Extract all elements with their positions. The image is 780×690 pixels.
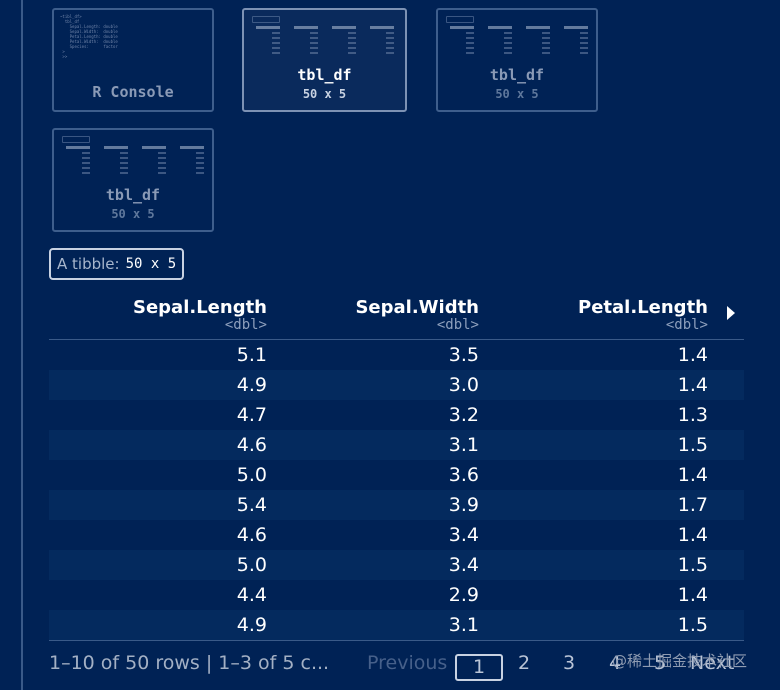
thumbnail-title: R Console [92,83,174,101]
table-row: 4.9 3.0 1.4 [49,370,744,400]
thumbnail-subtitle: 50 x 5 [111,207,155,221]
table-cell: 4.6 [236,434,267,456]
table-cell: 5.0 [236,554,267,576]
table-cell: 3.2 [448,404,479,426]
thumbnail-title: tbl_df [105,186,161,204]
previous-page-button[interactable]: Previous [367,652,447,674]
table-row: 5.4 3.9 1.7 [49,490,744,520]
table-cell: 5.1 [236,344,267,366]
table-cell: 3.5 [448,344,479,366]
thumbnail-tbl-df[interactable]: tbl_df 50 x 5 [52,128,214,232]
table-bottom-divider [49,640,744,641]
badge-label: A tibble: [57,255,120,273]
thumbnail-title: tbl_df [489,66,545,84]
thumbnail-r-console[interactable]: ~tibl_df> tbl_df Sepal.Length: double Se… [52,8,214,112]
table-cell: 3.1 [448,434,479,456]
thumbnail-tbl-df[interactable]: tbl_df 50 x 5 [436,8,598,112]
table-cell: 3.1 [448,614,479,636]
table-cell: 3.4 [448,524,479,546]
table-preview [446,16,588,60]
table-cell: 1.5 [677,554,708,576]
table-row: 4.9 3.1 1.5 [49,610,744,640]
table-row: 5.0 3.4 1.5 [49,550,744,580]
table-row: 5.1 3.5 1.4 [49,340,744,370]
table-cell: 1.4 [677,374,708,396]
thumbnail-subtitle: 50 x 5 [302,87,347,101]
column-name: Sepal.Length [132,297,267,318]
table-preview [62,136,204,180]
table-cell: 1.7 [677,494,708,516]
table-cell: 3.6 [448,464,479,486]
table-cell: 4.6 [236,524,267,546]
column-header-sepal-length[interactable]: Sepal.Length <dbl> [49,297,267,333]
page-button-1[interactable]: 1 [455,654,503,681]
table-preview [252,16,397,60]
table-cell: 1.4 [677,344,708,366]
table-cell: 1.4 [677,524,708,546]
table-cell: 5.4 [236,494,267,516]
table-cell: 1.5 [677,614,708,636]
console-preview: ~tibl_df> tbl_df Sepal.Length: double Se… [60,14,118,59]
badge-dims: 50 x 5 [125,256,177,272]
table-cell: 5.0 [236,464,267,486]
watermark: @稀土掘金技术社区 [612,652,748,670]
thumbnail-title: tbl_df [297,66,352,84]
table-row: 4.6 3.4 1.4 [49,520,744,550]
table-cell: 4.4 [236,584,267,606]
table-cell: 1.5 [677,434,708,456]
table-cell: 3.4 [448,554,479,576]
tibble-dimensions-badge: A tibble: 50 x 5 [49,248,185,280]
table-cell: 3.9 [448,494,479,516]
column-name: Petal.Length [578,297,708,318]
table-cell: 4.7 [236,404,267,426]
thumbnail-tbl-df-selected[interactable]: tbl_df 50 x 5 [242,8,407,112]
table-cell: 1.3 [677,404,708,426]
column-type: <dbl> [224,317,267,333]
table-row: 5.0 3.6 1.4 [49,460,744,490]
column-header-petal-length[interactable]: Petal.Length <dbl> [489,297,708,333]
table-cell: 1.4 [677,464,708,486]
column-name: Sepal.Width [355,297,479,318]
page-button-3[interactable]: 3 [563,652,575,674]
table-cell: 2.9 [448,584,479,606]
column-type: <dbl> [665,317,708,333]
table-cell: 4.9 [236,614,267,636]
left-divider [21,0,23,690]
data-table: Sepal.Length <dbl> Sepal.Width <dbl> Pet… [49,294,744,641]
thumbnail-subtitle: 50 x 5 [495,87,539,101]
table-header: Sepal.Length <dbl> Sepal.Width <dbl> Pet… [49,294,744,340]
table-cell: 3.0 [448,374,479,396]
pagination-info: 1–10 of 50 rows | 1–3 of 5 c... [49,652,330,674]
table-row: 4.4 2.9 1.4 [49,580,744,610]
table-cell: 4.9 [236,374,267,396]
table-cell: 1.4 [677,584,708,606]
next-columns-arrow-icon[interactable] [727,306,735,320]
column-type: <dbl> [436,317,479,333]
page-button-2[interactable]: 2 [518,652,530,674]
table-row: 4.7 3.2 1.3 [49,400,744,430]
table-row: 4.6 3.1 1.5 [49,430,744,460]
column-header-sepal-width[interactable]: Sepal.Width <dbl> [279,297,479,333]
